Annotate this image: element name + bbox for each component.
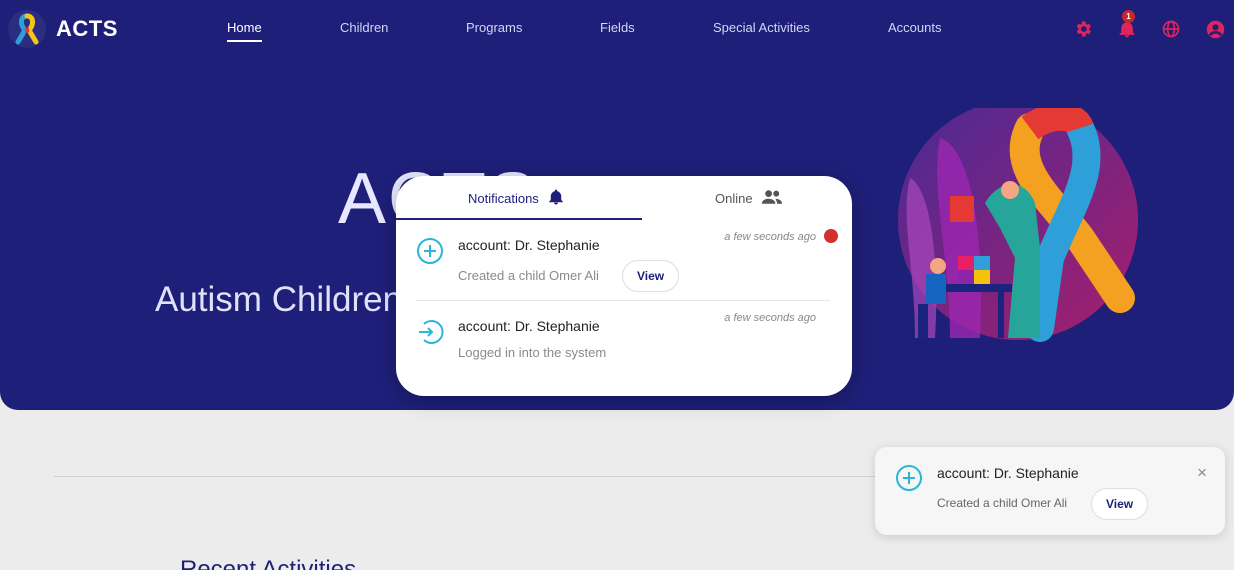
app-name: ACTS — [56, 16, 118, 41]
notification-item[interactable]: account: Dr. Stephanie Logged in into th… — [416, 312, 830, 368]
plus-circle-icon — [416, 237, 444, 265]
close-icon[interactable]: × — [1197, 463, 1207, 483]
nav-actions: 1 — [1068, 10, 1230, 44]
autism-awareness-illustration — [898, 108, 1138, 342]
notification-description: Logged in into the system — [458, 345, 607, 360]
hero-subtitle: Autism Children — [155, 280, 403, 319]
notifications-popover: Notifications Online account: Dr. Stepha… — [396, 176, 852, 396]
nav-fields[interactable]: Fields — [600, 20, 635, 35]
nav-programs[interactable]: Programs — [466, 20, 522, 35]
top-navbar: ACTS Home Children Programs Fields Speci… — [0, 0, 1234, 58]
tab-online-label: Online — [715, 191, 753, 206]
notification-separator — [416, 300, 830, 301]
unread-indicator — [824, 229, 838, 243]
view-button[interactable]: View — [622, 260, 680, 292]
login-icon — [416, 318, 444, 346]
notification-title: account: Dr. Stephanie — [458, 237, 600, 253]
gear-icon[interactable] — [1068, 14, 1098, 44]
notification-time: a few seconds ago — [724, 231, 816, 243]
tab-notifications[interactable]: Notifications — [468, 188, 565, 209]
people-icon — [761, 188, 783, 209]
recent-activities-heading: Recent Activities — [180, 556, 357, 570]
globe-icon[interactable] — [1156, 14, 1186, 44]
bell-icon — [547, 188, 565, 209]
toast-title: account: Dr. Stephanie — [937, 465, 1079, 481]
notification-time: a few seconds ago — [724, 312, 816, 324]
tab-online[interactable]: Online — [715, 188, 783, 209]
tab-notifications-label: Notifications — [468, 191, 539, 206]
bell-icon[interactable]: 1 — [1112, 10, 1142, 44]
app-logo[interactable]: ACTS — [8, 10, 118, 48]
notification-item[interactable]: account: Dr. Stephanie Created a child O… — [416, 229, 838, 297]
toast-notification: account: Dr. Stephanie Created a child O… — [875, 447, 1225, 535]
ribbon-logo-icon — [8, 10, 46, 48]
account-icon[interactable] — [1200, 14, 1230, 44]
toast-view-button[interactable]: View — [1091, 488, 1149, 520]
plus-circle-icon — [895, 464, 923, 492]
active-tab-indicator — [396, 218, 642, 220]
nav-children[interactable]: Children — [340, 20, 388, 35]
nav-accounts[interactable]: Accounts — [888, 20, 941, 35]
toast-description: Created a child Omer Ali — [937, 496, 1068, 510]
notification-badge: 1 — [1122, 10, 1135, 23]
notification-title: account: Dr. Stephanie — [458, 318, 600, 334]
nav-special-activities[interactable]: Special Activities — [713, 20, 810, 35]
notification-description: Created a child Omer Ali — [458, 268, 599, 283]
nav-home[interactable]: Home — [227, 20, 262, 42]
popover-tabs: Notifications Online — [396, 176, 852, 220]
